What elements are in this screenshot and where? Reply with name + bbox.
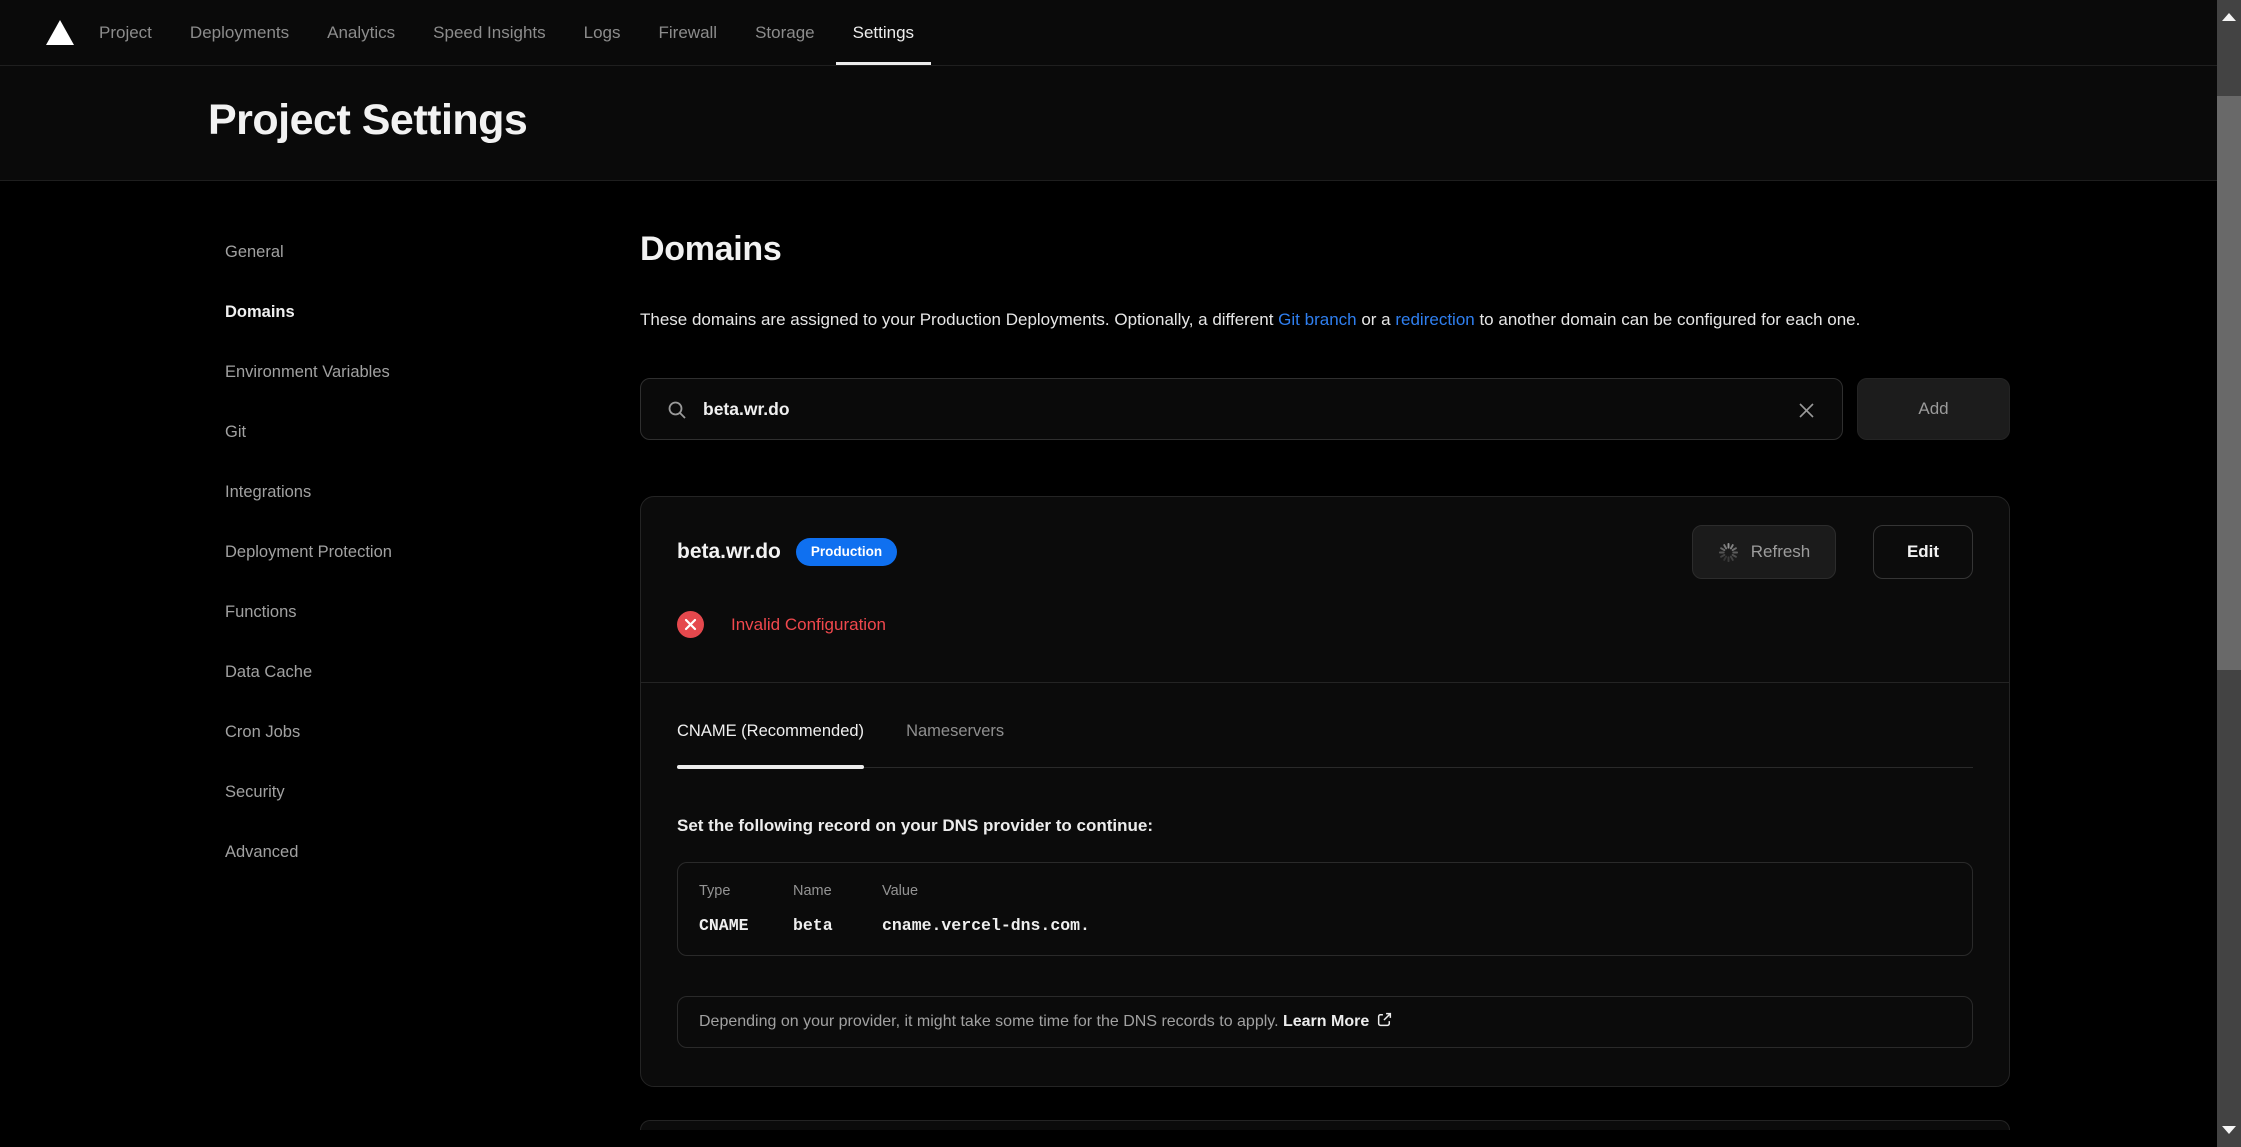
description-text: to another domain can be configured for …	[1475, 310, 1861, 329]
spinner-icon	[1718, 542, 1739, 563]
error-icon	[677, 611, 704, 638]
dns-config-tabs: CNAME (Recommended) Nameservers	[677, 719, 1973, 768]
status-text: Invalid Configuration	[731, 615, 886, 635]
domains-panel: Domains These domains are assigned to yo…	[640, 182, 2010, 1130]
vertical-scrollbar[interactable]	[2217, 0, 2241, 1147]
domain-name: beta.wr.do	[677, 540, 781, 564]
search-icon	[665, 398, 689, 422]
domain-card: beta.wr.do Production	[640, 496, 2010, 1087]
domain-identity: beta.wr.do Production	[677, 538, 897, 566]
top-navbar: Project Deployments Analytics Speed Insi…	[0, 0, 2217, 66]
nav-tab-settings[interactable]: Settings	[853, 0, 914, 65]
redirection-link[interactable]: redirection	[1395, 310, 1474, 329]
card-divider	[641, 682, 2009, 683]
tab-cname-recommended[interactable]: CNAME (Recommended)	[677, 719, 864, 767]
add-domain-button[interactable]: Add	[1857, 378, 2010, 440]
arrow-down-icon	[2222, 1126, 2236, 1134]
sidebar-item-domains[interactable]: Domains	[225, 300, 392, 324]
settings-sidebar: General Domains Environment Variables Gi…	[225, 240, 392, 864]
sidebar-item-environment-variables[interactable]: Environment Variables	[225, 360, 392, 384]
vercel-logo-icon[interactable]	[45, 19, 75, 46]
learn-more-link[interactable]: Learn More	[1283, 1013, 1369, 1030]
tab-nameservers[interactable]: Nameservers	[906, 719, 1004, 767]
card-bottom-padding	[641, 1048, 2009, 1086]
scrollbar-up-button[interactable]	[2217, 0, 2241, 34]
dns-record-name: beta	[793, 915, 882, 937]
app-window: Project Deployments Analytics Speed Insi…	[0, 0, 2241, 1147]
domain-search-box[interactable]	[640, 378, 1843, 440]
domain-search-input[interactable]	[701, 398, 1786, 421]
dns-record-type: CNAME	[699, 915, 793, 937]
dns-record-table: Type Name Value CNAME beta cname.vercel-…	[677, 862, 1973, 956]
production-badge: Production	[796, 538, 897, 566]
sidebar-item-data-cache[interactable]: Data Cache	[225, 660, 392, 684]
scrollbar-thumb[interactable]	[2217, 96, 2241, 670]
dns-instruction: Set the following record on your DNS pro…	[677, 814, 1973, 838]
nav-tab-speed-insights[interactable]: Speed Insights	[433, 0, 545, 65]
sidebar-item-integrations[interactable]: Integrations	[225, 480, 392, 504]
nav-tabs: Project Deployments Analytics Speed Insi…	[99, 0, 914, 65]
sidebar-item-cron-jobs[interactable]: Cron Jobs	[225, 720, 392, 744]
nav-tab-analytics[interactable]: Analytics	[327, 0, 395, 65]
refresh-button-label: Refresh	[1751, 542, 1811, 562]
dns-column-header-type: Type	[699, 881, 793, 901]
dns-record-value: cname.vercel-dns.com.	[882, 915, 1951, 937]
scrollbar-down-button[interactable]	[2217, 1113, 2241, 1147]
sidebar-item-git[interactable]: Git	[225, 420, 392, 444]
arrow-up-icon	[2222, 13, 2236, 21]
sidebar-item-advanced[interactable]: Advanced	[225, 840, 392, 864]
edit-button[interactable]: Edit	[1873, 525, 1973, 579]
page-header-band: Project Deployments Analytics Speed Insi…	[0, 0, 2217, 181]
external-link-icon[interactable]	[1376, 1011, 1393, 1028]
dns-column-header-name: Name	[793, 881, 882, 901]
refresh-button[interactable]: Refresh	[1692, 525, 1836, 579]
next-card-preview	[640, 1120, 2010, 1130]
sidebar-item-security[interactable]: Security	[225, 780, 392, 804]
sidebar-item-deployment-protection[interactable]: Deployment Protection	[225, 540, 392, 564]
domains-heading: Domains	[640, 228, 2010, 270]
nav-tab-project[interactable]: Project	[99, 0, 152, 65]
domain-search-row: Add	[640, 378, 2010, 440]
domain-status-row: Invalid Configuration	[677, 611, 1973, 682]
git-branch-link[interactable]: Git branch	[1278, 310, 1356, 329]
sidebar-item-general[interactable]: General	[225, 240, 392, 264]
description-text: or a	[1357, 310, 1396, 329]
description-text: These domains are assigned to your Produ…	[640, 310, 1278, 329]
nav-tab-firewall[interactable]: Firewall	[659, 0, 718, 65]
domains-description: These domains are assigned to your Produ…	[640, 304, 1976, 336]
dns-note-box: Depending on your provider, it might tak…	[677, 996, 1973, 1048]
dns-column-header-value: Value	[882, 881, 1951, 901]
domain-actions: Refresh Edit	[1692, 525, 1973, 579]
domain-card-header: beta.wr.do Production	[641, 497, 2009, 579]
nav-tab-storage[interactable]: Storage	[755, 0, 815, 65]
clear-search-icon[interactable]	[1792, 396, 1820, 424]
settings-content: General Domains Environment Variables Gi…	[0, 182, 2217, 1147]
page-title: Project Settings	[208, 95, 527, 145]
nav-tab-logs[interactable]: Logs	[584, 0, 621, 65]
nav-tab-deployments[interactable]: Deployments	[190, 0, 289, 65]
dns-note-text: Depending on your provider, it might tak…	[699, 1010, 1393, 1034]
sidebar-item-functions[interactable]: Functions	[225, 600, 392, 624]
